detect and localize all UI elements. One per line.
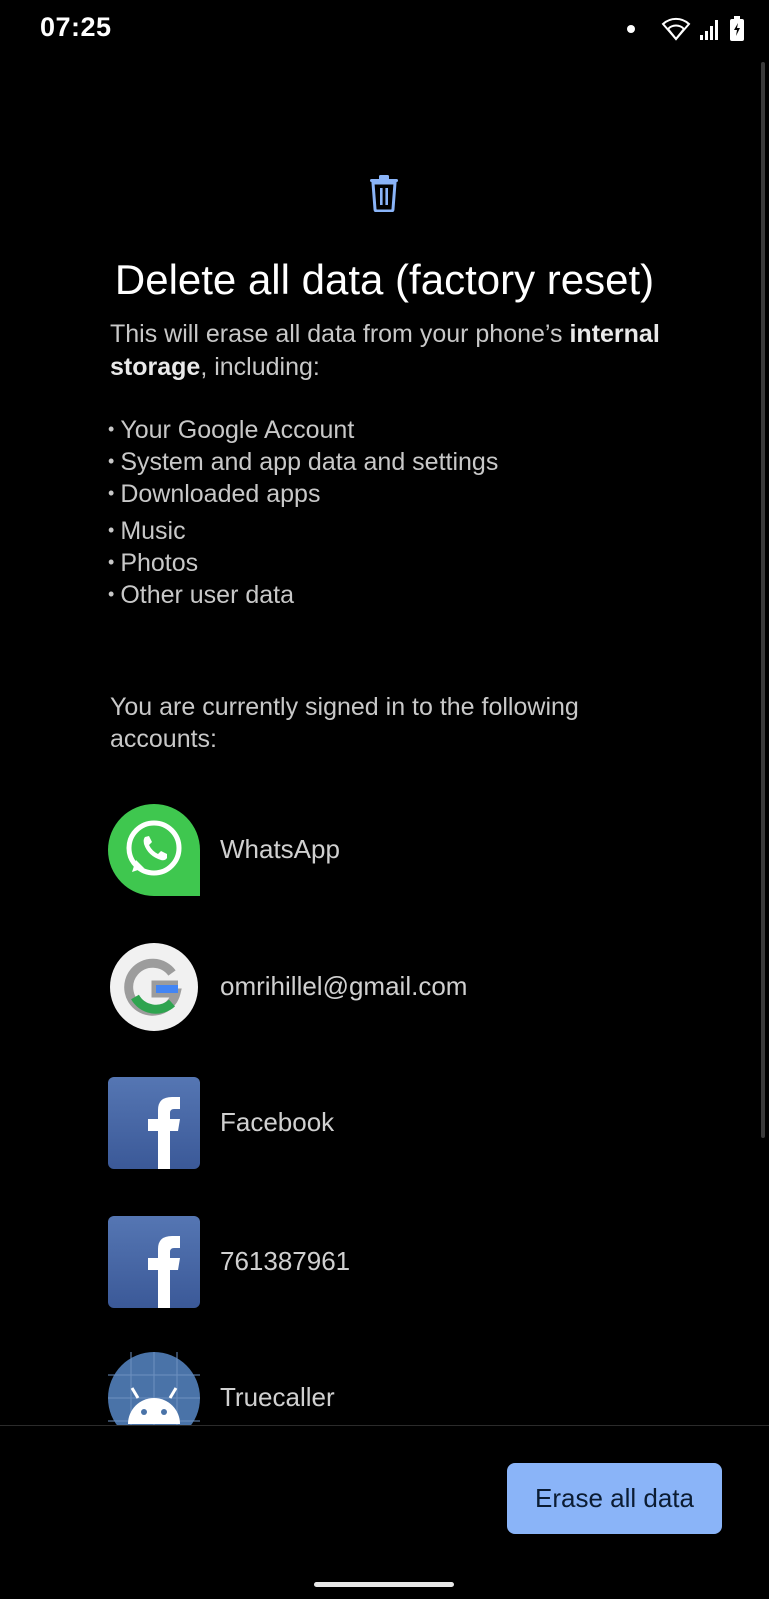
list-item: Photos: [108, 549, 198, 578]
account-item-facebook-number: 761387961: [108, 1216, 708, 1310]
list-item: Other user data: [108, 581, 294, 610]
facebook-icon: [108, 1077, 200, 1169]
scrollbar[interactable]: [761, 62, 765, 1138]
list-item: Your Google Account: [108, 416, 354, 445]
home-gesture-bar[interactable]: [314, 1582, 454, 1587]
erase-all-data-button[interactable]: Erase all data: [507, 1463, 722, 1534]
list-item: Downloaded apps: [108, 480, 320, 509]
account-item-facebook: Facebook: [108, 1077, 708, 1171]
status-icons: [627, 16, 745, 42]
facebook-icon: [108, 1216, 200, 1308]
account-item-google: omrihillel@gmail.com: [108, 941, 708, 1035]
accounts-label: You are currently signed in to the follo…: [110, 693, 579, 753]
list-item: System and app data and settings: [108, 448, 498, 477]
battery-icon: [730, 16, 744, 41]
account-name: Truecaller: [220, 1382, 335, 1412]
signal-icon: [700, 20, 718, 40]
list-item: Music: [108, 517, 185, 546]
account-item-whatsapp: WhatsApp: [108, 804, 708, 898]
whatsapp-icon: [108, 804, 200, 896]
description-suffix: , including:: [200, 353, 320, 381]
account-name: 761387961: [220, 1246, 351, 1276]
wifi-icon: [661, 17, 691, 41]
account-name: WhatsApp: [220, 834, 340, 864]
account-name: Facebook: [220, 1107, 335, 1137]
google-icon: [110, 943, 198, 1031]
page-title: Delete all data (factory reset): [114, 256, 655, 303]
notification-dot-icon: [627, 25, 635, 33]
description: This will erase all data from your phone…: [110, 318, 670, 384]
description-prefix: This will erase all data from your phone…: [110, 320, 570, 348]
factory-reset-screen: 07:25 Delete all data (factory reset) Th…: [0, 0, 769, 1599]
account-name: omrihillel@gmail.com: [220, 971, 468, 1001]
status-time: 07:25: [40, 12, 112, 42]
trash-icon: [370, 175, 398, 212]
